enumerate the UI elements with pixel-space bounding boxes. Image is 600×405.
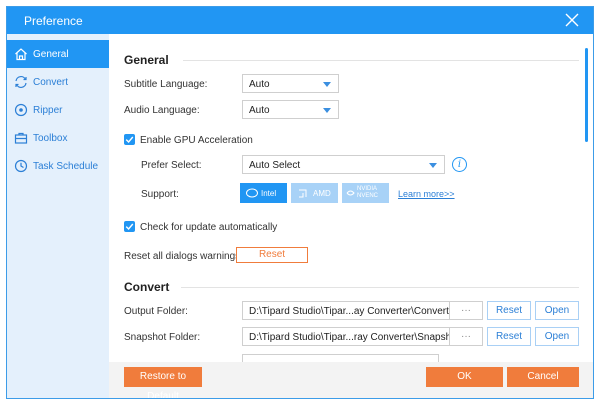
intel-logo-icon <box>246 188 258 198</box>
sidebar-item-toolbox[interactable]: Toolbox <box>7 124 109 152</box>
reset-dialogs-button[interactable]: Reset <box>236 247 308 263</box>
learn-more-link[interactable]: Learn more>> <box>398 189 455 199</box>
output-folder-path: D:\Tipard Studio\Tipar...ay Converter\Co… <box>249 306 461 317</box>
intel-support-button[interactable]: Intel <box>240 183 287 203</box>
sidebar-item-task-schedule[interactable]: Task Schedule <box>7 152 109 180</box>
restore-default-button[interactable]: Restore to Default <box>124 367 202 398</box>
snapshot-folder-field[interactable]: D:\Tipard Studio\Tipar...ray Converter\S… <box>242 327 459 346</box>
info-icon[interactable]: i <box>452 157 467 172</box>
audio-language-label: Audio Language: <box>124 105 200 116</box>
chevron-down-icon <box>323 108 331 113</box>
subtitle-language-select[interactable]: Auto <box>242 74 339 93</box>
amd-support-button[interactable]: AMD <box>291 183 338 203</box>
nvidia-logo-icon <box>346 190 355 196</box>
prefer-select-label: Prefer Select: <box>141 160 202 171</box>
chevron-down-icon <box>323 82 331 87</box>
convert-icon <box>15 76 27 88</box>
section-title-convert: Convert <box>124 280 170 294</box>
home-icon <box>15 48 27 61</box>
toolbox-icon <box>14 132 28 144</box>
amd-logo-icon <box>299 189 307 198</box>
subtitle-language-label: Subtitle Language: <box>124 79 208 90</box>
prefer-select-dropdown[interactable]: Auto Select <box>242 155 445 174</box>
checkmark-icon <box>125 223 134 231</box>
prefer-select-value: Auto Select <box>249 160 301 171</box>
amd-label: AMD <box>313 189 331 198</box>
browse-snapshot-folder-button[interactable]: ··· <box>449 327 483 346</box>
browse-output-folder-button[interactable]: ··· <box>449 301 483 320</box>
footer-bar: Restore to Default OK Cancel <box>109 362 593 398</box>
checkmark-icon <box>125 136 134 144</box>
reset-dialogs-label: Reset all dialogs warnings: <box>124 251 243 262</box>
sidebar-item-label: Convert <box>33 77 69 88</box>
nvidia-label: NVIDIA NVENC <box>357 186 379 199</box>
section-divider <box>181 287 579 288</box>
window-title: Preference <box>24 14 83 28</box>
section-title-general: General <box>124 53 169 67</box>
gpu-acceleration-checkbox[interactable] <box>124 134 135 145</box>
sidebar-item-label: Ripper <box>33 105 63 116</box>
sidebar-item-general[interactable]: General <box>7 40 109 68</box>
scrollbar-thumb[interactable] <box>585 48 588 142</box>
gpu-acceleration-label: Enable GPU Acceleration <box>140 135 253 146</box>
clock-icon <box>14 159 28 173</box>
section-divider <box>183 60 579 61</box>
output-folder-label: Output Folder: <box>124 306 188 317</box>
snapshot-folder-label: Snapshot Folder: <box>124 332 201 343</box>
chevron-down-icon <box>429 163 437 168</box>
audio-language-value: Auto <box>249 105 270 116</box>
sidebar: General Convert Ripper Toolbox Task Sche… <box>7 34 109 398</box>
close-icon[interactable] <box>565 13 579 27</box>
sidebar-item-convert[interactable]: Convert <box>7 68 109 96</box>
open-snapshot-folder-button[interactable]: Open <box>535 327 579 346</box>
output-folder-field[interactable]: D:\Tipard Studio\Tipar...ay Converter\Co… <box>242 301 460 320</box>
snapshot-folder-path: D:\Tipard Studio\Tipar...ray Converter\S… <box>249 332 460 343</box>
sidebar-item-label: General <box>33 49 69 60</box>
reset-snapshot-folder-button[interactable]: Reset <box>487 327 531 346</box>
disc-icon <box>14 103 28 117</box>
support-label: Support: <box>141 189 179 200</box>
intel-label: Intel <box>261 189 277 198</box>
sidebar-item-label: Task Schedule <box>33 161 99 172</box>
preference-window: Preference General Convert Ripper Toolbo… <box>6 6 594 399</box>
check-update-checkbox[interactable] <box>124 221 135 232</box>
cancel-button[interactable]: Cancel <box>507 367 579 387</box>
title-bar: Preference <box>7 7 593 34</box>
sidebar-item-ripper[interactable]: Ripper <box>7 96 109 124</box>
settings-content: General Subtitle Language: Auto Audio La… <box>109 34 593 398</box>
sidebar-item-label: Toolbox <box>33 133 68 144</box>
ok-button[interactable]: OK <box>426 367 503 387</box>
subtitle-language-value: Auto <box>249 79 270 90</box>
audio-language-select[interactable]: Auto <box>242 100 339 119</box>
reset-output-folder-button[interactable]: Reset <box>487 301 531 320</box>
nvidia-support-button[interactable]: NVIDIA NVENC <box>342 183 389 203</box>
open-output-folder-button[interactable]: Open <box>535 301 579 320</box>
check-update-label: Check for update automatically <box>140 222 278 233</box>
